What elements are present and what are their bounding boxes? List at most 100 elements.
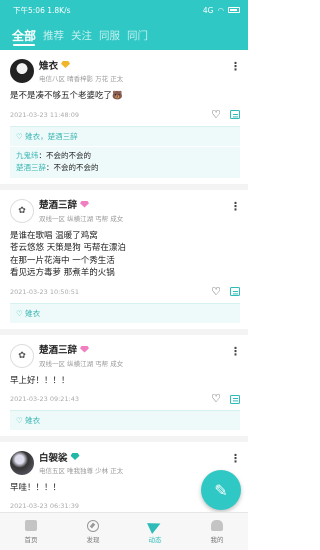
comment-text: ：不会的不会的 bbox=[38, 150, 92, 160]
post-content: 是谁在歌唱 温暖了鸡窝 苍云悠悠 天策是狗 丐帮在漂泊 在那一片花海中 一个秀生… bbox=[10, 230, 240, 280]
nav-item-moments[interactable]: 动态 bbox=[124, 513, 186, 550]
post-time: 2021-03-23 06:31:39 bbox=[10, 501, 80, 510]
compass-icon bbox=[86, 519, 100, 532]
pencil-icon: ✎ bbox=[214, 480, 228, 500]
nav-item-discover[interactable]: 发现 bbox=[62, 513, 124, 550]
likes-list[interactable]: ♡ 雉衣 bbox=[16, 308, 40, 319]
author-meta: 电信五区 唯我独尊 少林 正太 bbox=[39, 467, 124, 475]
author-meta: 双线一区 纵横江湖 丐帮 成女 bbox=[39, 359, 124, 368]
post-actions: ♡ bbox=[211, 286, 240, 297]
comment-text: ：不会的不会的 bbox=[46, 162, 99, 172]
tab-following[interactable]: 关注 bbox=[71, 20, 92, 50]
nickname[interactable]: 白袈裟 bbox=[39, 450, 68, 464]
content-line: 是不是凑不够五个老婆吃了🐻 bbox=[10, 91, 123, 101]
avatar[interactable]: ✿ bbox=[10, 343, 34, 368]
post-footer: 2021-03-23 11:48:09 ♡ bbox=[10, 109, 240, 120]
more-options-icon[interactable]: ⋮ bbox=[230, 452, 241, 465]
nickname-row: 雉衣 bbox=[39, 58, 123, 72]
post-content: 是不是凑不够五个老婆吃了🐻 bbox=[10, 90, 240, 103]
nickname-row: 楚酒三辞 bbox=[39, 198, 123, 211]
likes-list[interactable]: ♡ 雉衣 bbox=[16, 415, 40, 426]
rank-badge-icon bbox=[70, 453, 80, 460]
post-header: ✿ 楚酒三辞 双线一区 纵横江湖 丐帮 成女 bbox=[10, 343, 240, 368]
avatar[interactable] bbox=[10, 59, 34, 83]
nickname[interactable]: 雉衣 bbox=[39, 58, 58, 72]
comment-icon[interactable] bbox=[230, 394, 240, 404]
content-line: 看见远方毒萝 那煮羊的火锅 bbox=[10, 268, 115, 278]
status-time: 下午5:06 bbox=[13, 5, 45, 15]
comment-user[interactable]: 九鬼纬 bbox=[16, 151, 39, 160]
nickname[interactable]: 楚酒三辞 bbox=[39, 197, 77, 211]
post-time: 2021-03-23 11:48:09 bbox=[10, 110, 80, 119]
content-line: 苍云悠悠 天策是狗 丐帮在漂泊 bbox=[10, 243, 126, 253]
status-right: 4G ◠ bbox=[203, 6, 240, 15]
avatar[interactable]: ✿ bbox=[10, 198, 34, 223]
post-actions: ♡ bbox=[211, 109, 240, 120]
likes-bar: ♡ 雉衣，楚酒三辞 bbox=[10, 125, 240, 146]
feed-tabs: 全部 推荐 关注 同服 同门 bbox=[0, 20, 248, 50]
post-content: 早上好！！！！ bbox=[10, 375, 240, 388]
status-left: 下午5:06 1.8K/s bbox=[13, 5, 71, 16]
compose-button[interactable]: ✎ bbox=[201, 470, 241, 510]
post-card: ✿ 楚酒三辞 双线一区 纵横江湖 丐帮 成女 ⋮ 早上好！！！！ 2021-03… bbox=[0, 334, 248, 436]
rank-badge-icon bbox=[80, 345, 90, 353]
tab-recommend[interactable]: 推荐 bbox=[43, 20, 64, 50]
battery-icon bbox=[228, 7, 240, 13]
post-author: 白袈裟 电信五区 唯我独尊 少林 正太 bbox=[39, 450, 124, 476]
post-time: 2021-03-23 10:50:51 bbox=[10, 287, 80, 296]
author-meta: 电信八区 晴香梓影 万花 正太 bbox=[39, 75, 124, 83]
profile-icon bbox=[210, 519, 224, 532]
comments-section: 九鬼纬：不会的不会的 楚酒三辞：不会的不会的 bbox=[10, 145, 240, 178]
nickname[interactable]: 楚酒三辞 bbox=[39, 342, 77, 356]
comment-user[interactable]: 楚酒三辞 bbox=[16, 163, 46, 172]
more-options-icon[interactable]: ⋮ bbox=[230, 60, 241, 73]
signal-label: 4G bbox=[202, 5, 214, 15]
post-footer: 2021-03-23 09:21:43 ♡ bbox=[10, 393, 240, 404]
post-author: 楚酒三辞 双线一区 纵横江湖 丐帮 成女 bbox=[39, 343, 123, 368]
more-options-icon[interactable]: ⋮ bbox=[230, 200, 241, 213]
send-icon bbox=[147, 517, 163, 534]
comment-item[interactable]: 楚酒三辞：不会的不会的 bbox=[16, 162, 234, 174]
post-card: ✿ 楚酒三辞 双线一区 纵横江湖 丐帮 成女 ⋮ 是谁在歌唱 温暖了鸡窝 苍云悠… bbox=[0, 189, 248, 329]
wifi-icon: ◠ bbox=[217, 5, 224, 15]
more-options-icon[interactable]: ⋮ bbox=[230, 345, 241, 358]
rank-badge-icon bbox=[80, 200, 90, 208]
status-speed: 1.8K/s bbox=[47, 5, 71, 15]
nav-label: 发现 bbox=[86, 536, 100, 544]
home-icon bbox=[24, 519, 38, 532]
likes-list[interactable]: ♡ 雉衣，楚酒三辞 bbox=[16, 131, 78, 142]
nickname-row: 楚酒三辞 bbox=[39, 343, 123, 356]
nav-item-mine[interactable]: 我的 bbox=[186, 513, 248, 550]
tab-all[interactable]: 全部 bbox=[12, 20, 36, 50]
like-icon[interactable]: ♡ bbox=[211, 109, 221, 120]
comment-icon[interactable] bbox=[230, 110, 240, 119]
post-footer: 2021-03-23 10:50:51 ♡ bbox=[10, 286, 240, 297]
nav-label: 我的 bbox=[210, 536, 224, 544]
post-header: 雉衣 电信八区 晴香梓影 万花 正太 bbox=[10, 58, 240, 83]
likes-bar: ♡ 雉衣 bbox=[10, 302, 240, 323]
comment-icon[interactable] bbox=[230, 287, 240, 296]
post-author: 楚酒三辞 双线一区 纵横江湖 丐帮 成女 bbox=[39, 198, 123, 223]
post-author: 雉衣 电信八区 晴香梓影 万花 正太 bbox=[39, 58, 124, 84]
comment-item[interactable]: 九鬼纬：不会的不会的 bbox=[16, 150, 234, 162]
post-card: 雉衣 电信八区 晴香梓影 万花 正太 ⋮ 是不是凑不够五个老婆吃了🐻 2021-… bbox=[0, 50, 248, 184]
like-icon[interactable]: ♡ bbox=[211, 393, 221, 404]
nickname-row: 白袈裟 bbox=[39, 450, 123, 464]
bottom-nav: 首页 发现 动态 我的 bbox=[0, 512, 248, 550]
likes-bar: ♡ 雉衣 bbox=[10, 410, 240, 430]
like-icon[interactable]: ♡ bbox=[211, 286, 221, 297]
post-header: 白袈裟 电信五区 唯我独尊 少林 正太 bbox=[10, 450, 240, 475]
rank-badge-icon bbox=[61, 61, 71, 68]
post-time: 2021-03-23 09:21:43 bbox=[10, 395, 80, 403]
avatar[interactable] bbox=[10, 451, 34, 475]
content-line: 是谁在歌唱 温暖了鸡窝 bbox=[10, 230, 98, 241]
post-header: ✿ 楚酒三辞 双线一区 纵横江湖 丐帮 成女 bbox=[10, 198, 240, 223]
nav-item-home[interactable]: 首页 bbox=[0, 513, 62, 550]
tab-same-server[interactable]: 同服 bbox=[99, 20, 120, 50]
feed-list[interactable]: 雉衣 电信八区 晴香梓影 万花 正太 ⋮ 是不是凑不够五个老婆吃了🐻 2021-… bbox=[0, 50, 248, 512]
content-line: 早上好！！！！ bbox=[10, 375, 70, 386]
nav-label: 动态 bbox=[148, 536, 162, 544]
nav-label: 首页 bbox=[24, 536, 38, 544]
content-line: 在那一片花海中 一个秀生活 bbox=[10, 255, 115, 266]
tab-same-sect[interactable]: 同门 bbox=[127, 20, 148, 50]
